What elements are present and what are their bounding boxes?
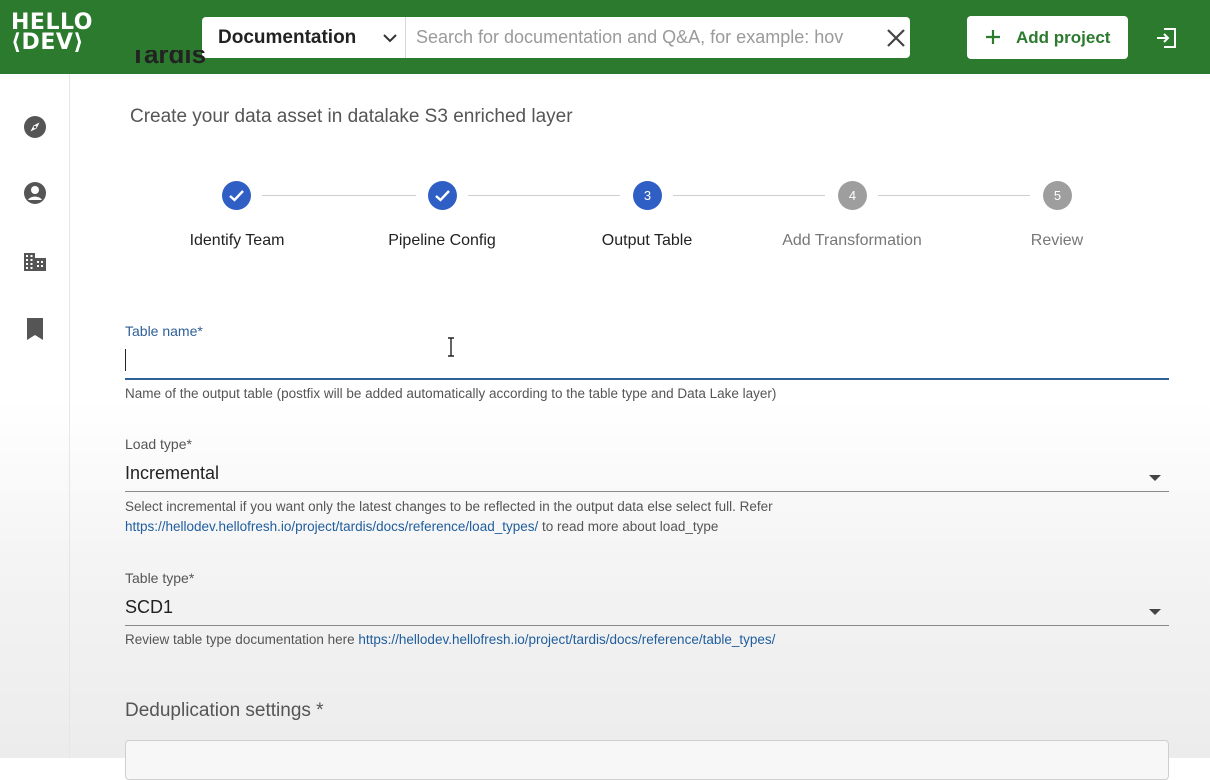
sidebar	[0, 74, 70, 758]
table-type-select[interactable]: SCD1	[125, 597, 173, 618]
required-mark: *	[197, 323, 203, 339]
table-type-label: Table type*	[125, 570, 194, 586]
page-subtitle: Create your data asset in datalake S3 en…	[130, 106, 573, 127]
dropdown-arrow-icon[interactable]	[1149, 469, 1161, 487]
load-type-label-text: Load type	[125, 436, 187, 452]
load-type-label: Load type*	[125, 436, 192, 452]
required-mark: *	[316, 700, 324, 721]
chevron-down-icon	[382, 31, 398, 49]
logo-line-2: ⟨DEV⟩	[11, 30, 84, 55]
search-input[interactable]	[416, 17, 866, 58]
deduplication-label-text: Deduplication settings	[125, 700, 311, 721]
load-types-doc-link[interactable]: https://hellodev.hellofresh.io/project/t…	[125, 519, 538, 534]
deduplication-settings-label: Deduplication settings *	[125, 700, 324, 722]
table-type-underline	[125, 625, 1169, 626]
deduplication-settings-box[interactable]	[125, 740, 1169, 780]
text-cursor-icon	[445, 337, 457, 362]
step-4-label: Add Transformation	[782, 232, 922, 249]
step-5-label: Review	[1030, 232, 1084, 249]
dropdown-arrow-icon[interactable]	[1149, 603, 1161, 621]
plus-icon	[985, 28, 1001, 51]
table-name-label: Table name*	[125, 323, 203, 339]
logout-icon[interactable]	[1154, 26, 1178, 55]
step-connector	[262, 195, 416, 196]
building-icon[interactable]	[23, 249, 47, 273]
step-1-label: Identify Team	[189, 232, 285, 249]
table-name-underline	[125, 378, 1169, 380]
load-type-help: Select incremental if you want only the …	[125, 497, 773, 537]
table-name-input[interactable]	[125, 343, 1169, 377]
load-type-help-tail: to read more about load_type	[538, 519, 719, 534]
search-scope-select[interactable]: Documentation	[202, 17, 406, 58]
step-connector	[468, 195, 620, 196]
step-4-number[interactable]: 4	[838, 181, 867, 210]
step-1-done-icon[interactable]	[222, 181, 251, 210]
step-connector	[878, 195, 1030, 196]
load-type-help-text: Select incremental if you want only the …	[125, 499, 773, 514]
user-icon[interactable]	[23, 181, 47, 205]
clear-search-icon[interactable]	[884, 26, 908, 50]
load-type-underline	[125, 491, 1169, 492]
hellodev-logo[interactable]: HELLO ⟨DEV⟩	[11, 12, 101, 55]
compass-icon[interactable]	[23, 115, 47, 139]
load-type-select[interactable]: Incremental	[125, 463, 219, 484]
search-scope-label: Documentation	[218, 27, 357, 48]
step-2-done-icon[interactable]	[428, 181, 457, 210]
required-mark: *	[186, 436, 192, 452]
required-mark: *	[188, 570, 195, 586]
table-name-help: Name of the output table (postfix will b…	[125, 386, 777, 401]
step-3-number[interactable]: 3	[633, 181, 662, 210]
page-title-text: Tardis	[130, 50, 207, 69]
table-name-label-text: Table name	[125, 323, 198, 339]
table-type-help: Review table type documentation here htt…	[125, 630, 775, 650]
bookmark-icon[interactable]	[23, 317, 47, 341]
add-project-button[interactable]: Add project	[967, 16, 1128, 59]
step-connector	[673, 195, 825, 196]
step-2-label: Pipeline Config	[388, 232, 496, 249]
search-bar: Documentation	[202, 17, 910, 58]
text-caret	[125, 349, 126, 371]
load-type-help-line-2: https://hellodev.hellofresh.io/project/t…	[125, 517, 773, 537]
table-types-doc-link[interactable]: https://hellodev.hellofresh.io/project/t…	[358, 632, 775, 647]
add-project-label: Add project	[1016, 28, 1111, 47]
table-type-label-text: Table type	[125, 570, 189, 586]
page-title: Tardis	[130, 50, 206, 74]
table-type-help-text: Review table type documentation here	[125, 632, 359, 647]
step-5-number[interactable]: 5	[1043, 181, 1072, 210]
step-3-label: Output Table	[601, 232, 693, 249]
